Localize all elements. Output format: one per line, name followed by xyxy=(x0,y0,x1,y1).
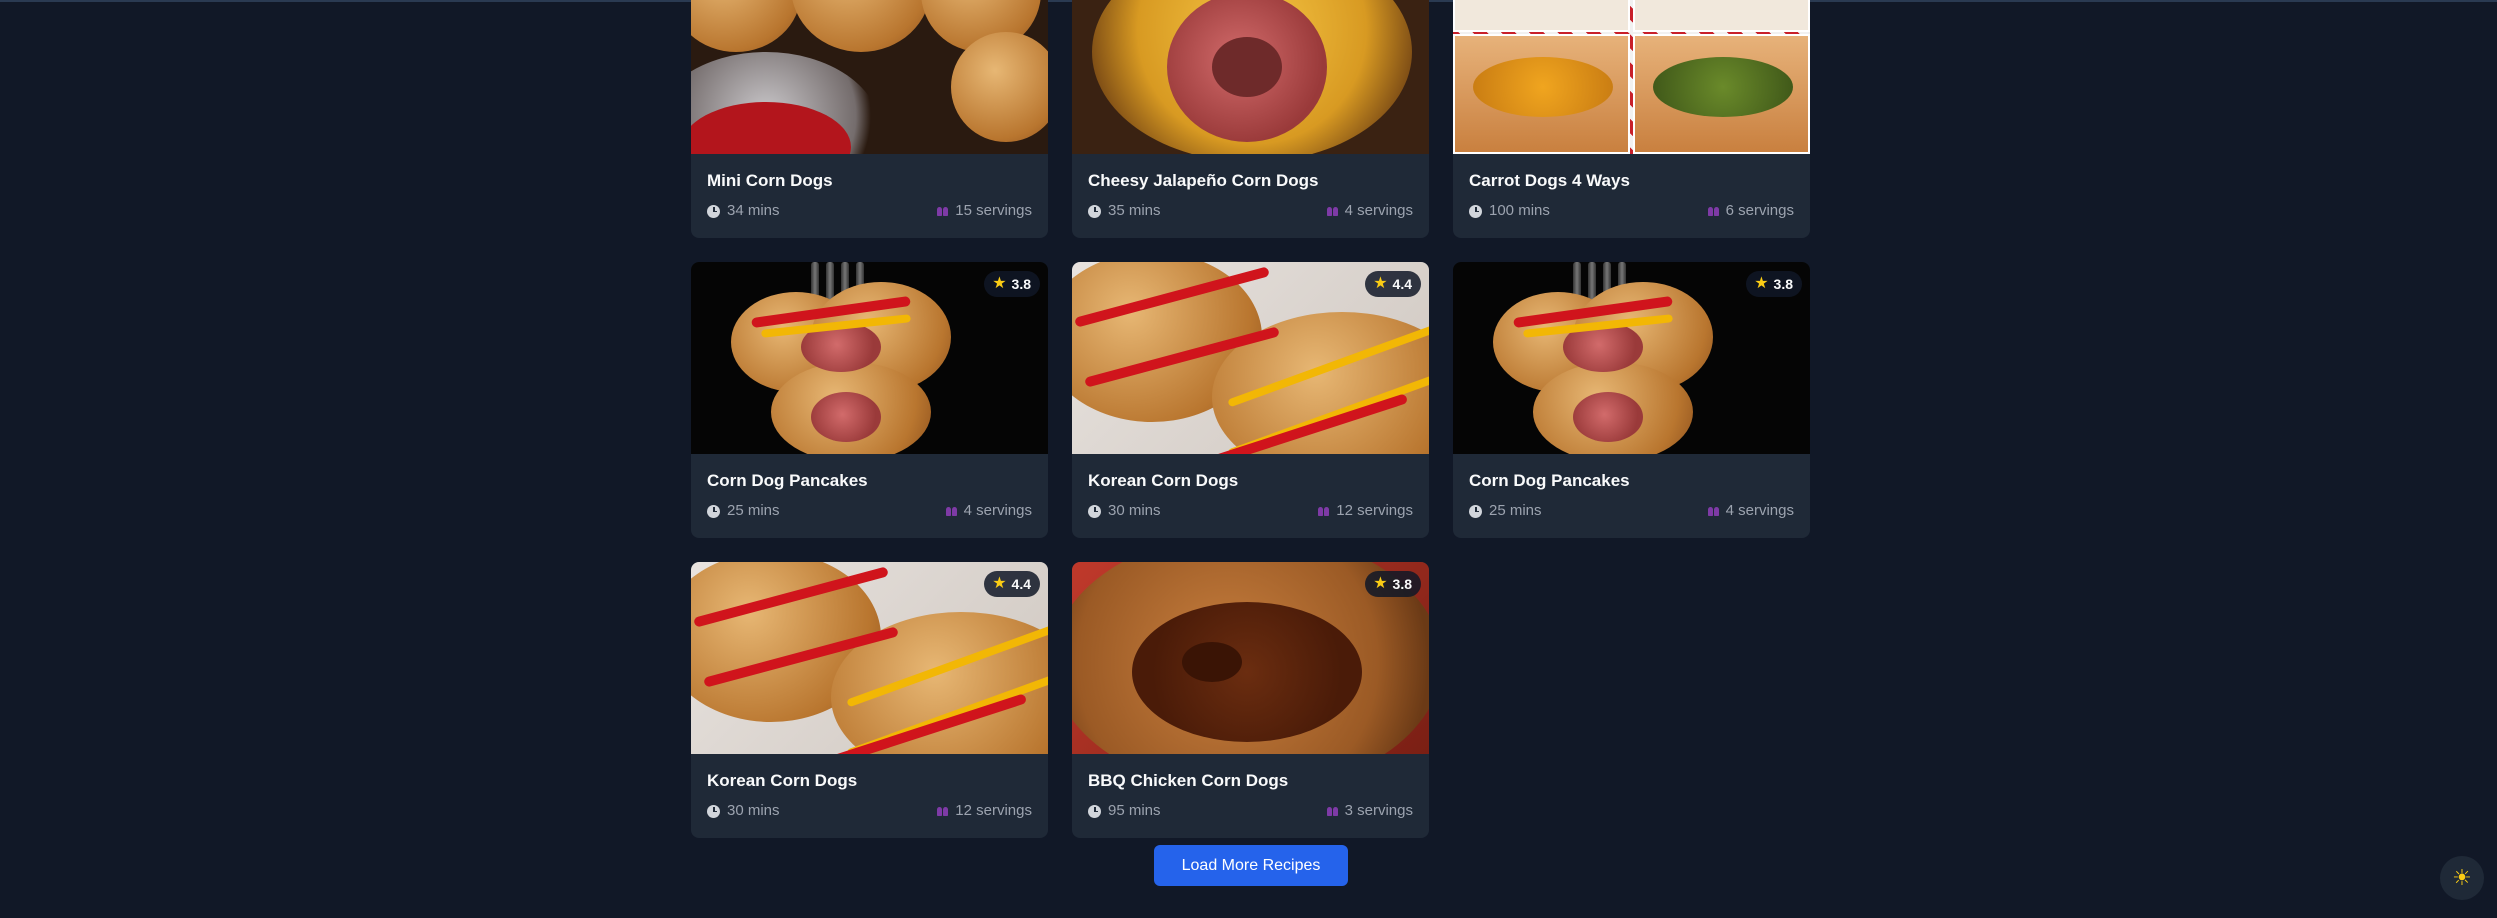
recipe-servings: 4 servings xyxy=(1725,502,1794,519)
rating-badge: ★ 3.8 xyxy=(984,271,1040,297)
servings-icon xyxy=(945,506,957,516)
rating-badge: ★ 4.4 xyxy=(1365,271,1421,297)
servings-icon xyxy=(1707,206,1719,216)
recipe-title: Corn Dog Pancakes xyxy=(1469,471,1630,490)
recipe-title: Korean Corn Dogs xyxy=(1088,471,1239,490)
clock-icon xyxy=(1469,504,1482,518)
servings-icon xyxy=(1318,506,1330,516)
recipe-card[interactable]: Cheesy Jalapeño Corn Dogs 35 mins 4 serv… xyxy=(1072,0,1429,238)
recipe-card[interactable]: Carrot Dogs 4 Ways 100 mins 6 servings xyxy=(1453,0,1810,238)
recipe-grid: Mini Corn Dogs 34 mins 15 servings Chees… xyxy=(691,0,1810,838)
recipe-servings: 12 servings xyxy=(955,802,1032,819)
rating-value: 3.8 xyxy=(1011,276,1031,292)
recipe-image xyxy=(1453,0,1810,154)
recipe-time: 25 mins xyxy=(727,502,780,519)
clock-icon xyxy=(1469,204,1482,218)
theme-toggle-button[interactable]: ☀ xyxy=(2440,856,2484,900)
servings-icon xyxy=(1326,806,1338,816)
servings-icon xyxy=(1707,506,1719,516)
recipe-title: BBQ Chicken Corn Dogs xyxy=(1088,771,1289,790)
clock-icon xyxy=(707,804,720,818)
star-icon: ★ xyxy=(992,275,1007,292)
rating-badge: ★ 3.8 xyxy=(1365,571,1421,597)
recipe-card[interactable]: ★ 3.8 BBQ Chicken Corn Dogs 95 mins 3 ser… xyxy=(1072,562,1429,838)
recipe-card[interactable]: ★ 4.4 Korean Corn Dogs 30 mins 12 serving… xyxy=(691,562,1048,838)
recipe-time: 34 mins xyxy=(727,202,780,219)
recipe-time: 30 mins xyxy=(1108,502,1161,519)
recipe-servings: 6 servings xyxy=(1725,202,1794,219)
recipe-time: 100 mins xyxy=(1489,202,1550,219)
recipe-card[interactable]: ★ 3.8 Corn Dog Pancakes 25 mins 4 serving… xyxy=(1453,262,1810,538)
star-icon: ★ xyxy=(1754,275,1769,292)
clock-icon xyxy=(707,204,720,218)
servings-icon xyxy=(937,206,949,216)
recipe-servings: 12 servings xyxy=(1336,502,1413,519)
load-more-button[interactable]: Load More Recipes xyxy=(1154,845,1348,886)
recipe-title: Corn Dog Pancakes xyxy=(707,471,868,490)
recipe-servings: 3 servings xyxy=(1344,802,1413,819)
clock-icon xyxy=(1088,204,1101,218)
recipe-card[interactable]: ★ 3.8 Corn Dog Pancakes 25 mins 4 serving… xyxy=(691,262,1048,538)
recipe-card[interactable]: Mini Corn Dogs 34 mins 15 servings xyxy=(691,0,1048,238)
recipe-image xyxy=(691,0,1048,154)
recipe-card[interactable]: ★ 4.4 Korean Corn Dogs 30 mins 12 serving… xyxy=(1072,262,1429,538)
recipe-title: Cheesy Jalapeño Corn Dogs xyxy=(1088,171,1319,190)
recipe-time: 95 mins xyxy=(1108,802,1161,819)
recipe-time: 35 mins xyxy=(1108,202,1161,219)
recipe-image xyxy=(1072,0,1429,154)
recipe-title: Mini Corn Dogs xyxy=(707,171,833,190)
servings-icon xyxy=(937,806,949,816)
recipe-time: 30 mins xyxy=(727,802,780,819)
clock-icon xyxy=(707,504,720,518)
rating-value: 4.4 xyxy=(1011,576,1031,592)
recipe-servings: 4 servings xyxy=(963,502,1032,519)
rating-value: 3.8 xyxy=(1773,276,1793,292)
rating-badge: ★ 3.8 xyxy=(1746,271,1802,297)
star-icon: ★ xyxy=(992,575,1007,592)
star-icon: ★ xyxy=(1373,575,1388,592)
recipe-servings: 15 servings xyxy=(955,202,1032,219)
recipe-title: Carrot Dogs 4 Ways xyxy=(1469,171,1630,190)
recipe-title: Korean Corn Dogs xyxy=(707,771,858,790)
recipe-time: 25 mins xyxy=(1489,502,1542,519)
rating-value: 3.8 xyxy=(1392,576,1412,592)
clock-icon xyxy=(1088,804,1101,818)
rating-value: 4.4 xyxy=(1392,276,1412,292)
sun-icon: ☀ xyxy=(2452,865,2472,890)
servings-icon xyxy=(1326,206,1338,216)
recipe-servings: 4 servings xyxy=(1344,202,1413,219)
star-icon: ★ xyxy=(1373,275,1388,292)
rating-badge: ★ 4.4 xyxy=(984,571,1040,597)
clock-icon xyxy=(1088,504,1101,518)
